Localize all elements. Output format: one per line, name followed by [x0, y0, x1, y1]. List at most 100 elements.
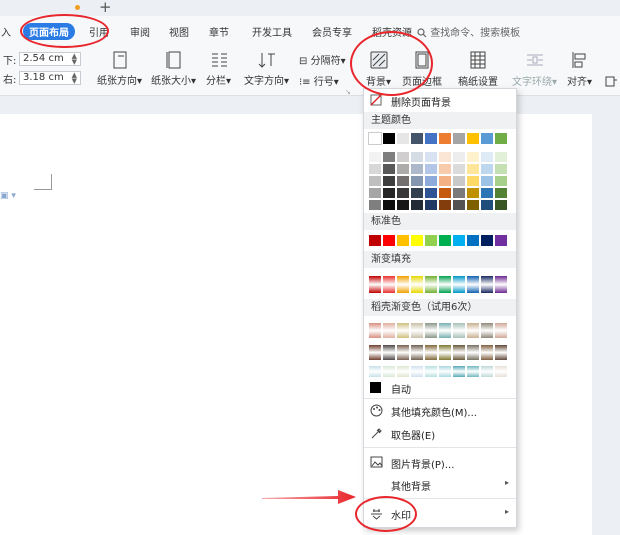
theme-shade-swatch[interactable] [466, 163, 480, 175]
docer-gradient-swatch[interactable] [452, 344, 466, 361]
theme-shade-swatch[interactable] [410, 187, 424, 199]
gradient-swatch[interactable] [480, 275, 494, 294]
tab-insert[interactable]: 入 [1, 24, 11, 39]
theme-shade-swatch[interactable] [452, 187, 466, 199]
gradient-swatch[interactable] [410, 275, 424, 294]
theme-shade-swatch[interactable] [424, 187, 438, 199]
theme-color-swatch[interactable] [368, 132, 382, 145]
docer-gradient-swatch[interactable] [438, 344, 452, 361]
theme-shade-swatch[interactable] [494, 151, 508, 163]
docer-gradient-swatch[interactable] [410, 365, 424, 378]
theme-color-swatch[interactable] [494, 132, 508, 145]
auto-color-item[interactable]: 自动 [364, 381, 516, 396]
orientation-button[interactable]: 纸张方向▾ [97, 50, 142, 87]
theme-shade-swatch[interactable] [494, 187, 508, 199]
docer-gradient-swatch[interactable] [466, 365, 480, 378]
docer-gradient-swatch[interactable] [494, 344, 508, 361]
docer-gradient-swatch[interactable] [452, 322, 466, 339]
theme-color-swatch[interactable] [452, 132, 466, 145]
theme-shade-swatch[interactable] [438, 175, 452, 187]
standard-color-swatch[interactable] [368, 234, 382, 247]
theme-shade-swatch[interactable] [410, 199, 424, 211]
theme-color-swatch[interactable] [466, 132, 480, 145]
command-search[interactable]: 查找命令、搜索模板 [417, 24, 520, 39]
theme-shade-swatch[interactable] [438, 187, 452, 199]
docer-gradient-swatch[interactable] [396, 322, 410, 339]
tab-sections[interactable]: 章节 [209, 24, 229, 39]
docer-gradient-swatch[interactable] [452, 365, 466, 378]
theme-shade-swatch[interactable] [466, 199, 480, 211]
theme-shade-swatch[interactable] [466, 151, 480, 163]
docer-gradient-swatch[interactable] [480, 365, 494, 378]
standard-color-swatch[interactable] [424, 234, 438, 247]
standard-color-swatch[interactable] [466, 234, 480, 247]
align-button[interactable]: 对齐▾ [567, 49, 592, 88]
standard-color-swatch[interactable] [410, 234, 424, 247]
docer-gradient-swatch[interactable] [466, 344, 480, 361]
theme-shade-swatch[interactable] [396, 187, 410, 199]
text-direction-button[interactable]: 文字方向▾ [244, 50, 289, 87]
standard-color-swatch[interactable] [494, 234, 508, 247]
spinner-icon[interactable]: ▲ ▼ [72, 72, 77, 85]
tab-view[interactable]: 视图 [169, 24, 189, 39]
theme-shade-swatch[interactable] [438, 151, 452, 163]
docer-gradient-swatch[interactable] [480, 344, 494, 361]
gradient-swatch[interactable] [466, 275, 480, 294]
theme-color-swatch[interactable] [424, 132, 438, 145]
eyedropper-item[interactable]: 取色器(E) [364, 427, 516, 442]
breaks-button[interactable]: ⊟ 分隔符▾ [299, 52, 346, 67]
theme-color-swatch[interactable] [382, 132, 396, 145]
theme-shade-swatch[interactable] [410, 163, 424, 175]
theme-shade-swatch[interactable] [480, 199, 494, 211]
docer-gradient-swatch[interactable] [438, 322, 452, 339]
docer-gradient-swatch[interactable] [494, 365, 508, 378]
theme-shade-swatch[interactable] [410, 175, 424, 187]
docer-gradient-swatch[interactable] [368, 322, 382, 339]
line-numbers-button[interactable]: ⁝≡ 行号▾ [299, 73, 339, 88]
gradient-swatch[interactable] [494, 275, 508, 294]
theme-shade-swatch[interactable] [494, 175, 508, 187]
standard-color-swatch[interactable] [382, 234, 396, 247]
theme-shade-swatch[interactable] [466, 175, 480, 187]
theme-shade-swatch[interactable] [466, 187, 480, 199]
theme-shade-swatch[interactable] [480, 163, 494, 175]
gradient-swatch[interactable] [438, 275, 452, 294]
standard-color-swatch[interactable] [438, 234, 452, 247]
text-wrap-button[interactable]: 文字环绕▾ [512, 49, 557, 88]
remove-background-item[interactable]: 删除页面背景 [364, 94, 516, 109]
docer-gradient-swatch[interactable] [368, 365, 382, 378]
gradient-swatch[interactable] [382, 275, 396, 294]
theme-shade-swatch[interactable] [368, 151, 382, 163]
theme-shade-swatch[interactable] [424, 175, 438, 187]
columns-button[interactable]: 分栏▾ [206, 50, 231, 87]
theme-color-swatch[interactable] [410, 132, 424, 145]
theme-shade-swatch[interactable] [452, 175, 466, 187]
theme-shade-swatch[interactable] [410, 151, 424, 163]
paper-size-button[interactable]: 纸张大小▾ [151, 50, 196, 87]
theme-shade-swatch[interactable] [382, 151, 396, 163]
theme-shade-swatch[interactable] [452, 199, 466, 211]
theme-shade-swatch[interactable] [382, 175, 396, 187]
standard-color-swatch[interactable] [480, 234, 494, 247]
other-background-item[interactable]: 其他背景 ▸ [364, 478, 516, 493]
theme-shade-swatch[interactable] [480, 175, 494, 187]
theme-shade-swatch[interactable] [396, 175, 410, 187]
theme-shade-swatch[interactable] [396, 199, 410, 211]
theme-shade-swatch[interactable] [368, 199, 382, 211]
picture-background-item[interactable]: 图片背景(P)... [364, 456, 516, 471]
standard-color-swatch[interactable] [452, 234, 466, 247]
docer-gradient-swatch[interactable] [480, 322, 494, 339]
theme-shade-swatch[interactable] [396, 163, 410, 175]
theme-color-swatch[interactable] [396, 132, 410, 145]
standard-color-swatch[interactable] [396, 234, 410, 247]
dialog-launcher-icon[interactable]: ↘ [345, 88, 351, 96]
theme-shade-swatch[interactable] [438, 199, 452, 211]
docer-gradient-swatch[interactable] [382, 365, 396, 378]
paste-options-icon[interactable]: ▣ ▾ [0, 191, 16, 201]
theme-shade-swatch[interactable] [424, 163, 438, 175]
theme-shade-swatch[interactable] [368, 175, 382, 187]
paper-setup-button[interactable]: 稿纸设置 [458, 49, 498, 88]
theme-shade-swatch[interactable] [480, 151, 494, 163]
gradient-swatch[interactable] [368, 275, 382, 294]
theme-shade-swatch[interactable] [480, 187, 494, 199]
